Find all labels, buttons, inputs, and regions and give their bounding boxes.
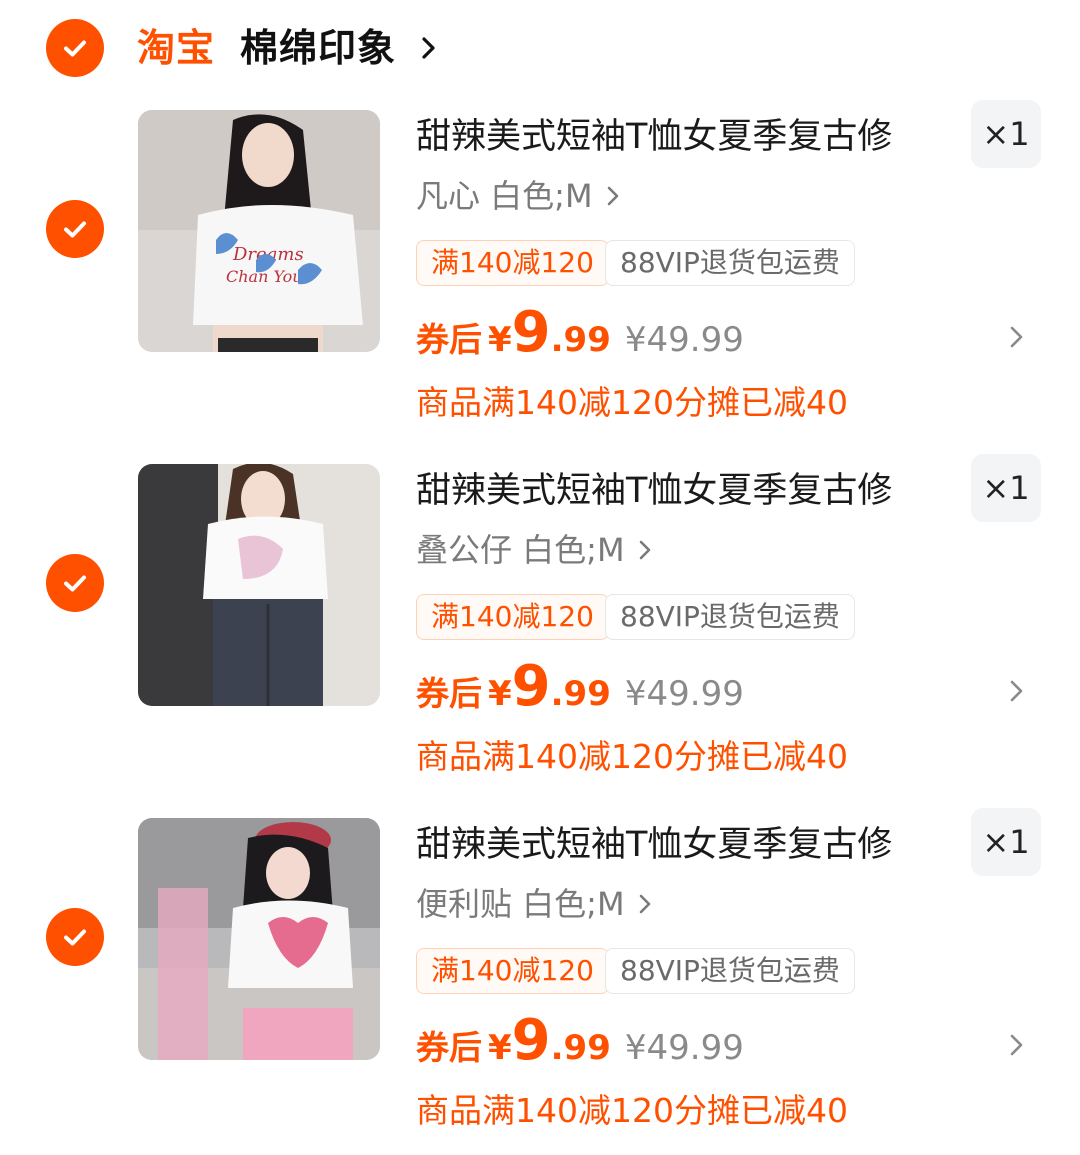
checkmark-icon: [64, 40, 86, 57]
vip-tag: 88VIP退货包运费: [605, 240, 855, 286]
chevron-right-icon[interactable]: [1008, 677, 1026, 705]
promo-note: 商品满140减120分摊已减40: [416, 737, 848, 776]
store-name-link[interactable]: 棉绵印象: [240, 20, 396, 76]
sku-text: 叠公仔 白色;M: [416, 531, 625, 569]
product-image[interactable]: [138, 818, 380, 1060]
vip-tag: 88VIP退货包运费: [605, 948, 855, 994]
sku-text: 凡心 白色;M: [416, 177, 593, 215]
quantity-button[interactable]: ×1: [971, 100, 1041, 168]
discount-tag: 满140减120: [416, 948, 609, 994]
sku-text: 便利贴 白色;M: [416, 885, 625, 923]
price-label: 券后: [416, 1028, 482, 1067]
chevron-right-icon: [607, 186, 618, 206]
chevron-right-icon[interactable]: [418, 33, 440, 63]
original-price: ¥49.99: [624, 320, 744, 360]
product-title[interactable]: 甜辣美式短袖T恤女夏季复古修: [416, 112, 946, 162]
item-select-checkbox[interactable]: [46, 554, 104, 612]
discount-tag: 满140减120: [416, 240, 609, 286]
checkmark-icon: [64, 575, 86, 592]
chevron-right-icon: [639, 894, 650, 914]
price-label: 券后: [416, 320, 482, 359]
checkmark-icon: [64, 221, 86, 238]
store-select-checkbox[interactable]: [46, 19, 104, 77]
chevron-right-icon[interactable]: [1008, 323, 1026, 351]
chevron-right-icon: [639, 540, 650, 560]
price-row: 券后 ¥ 9 .99 ¥49.99: [416, 654, 744, 724]
sku-selector[interactable]: 便利贴 白色;M: [416, 880, 653, 928]
price-integer: 9: [511, 300, 551, 365]
product-image[interactable]: Dreams Chan You: [138, 110, 380, 352]
cart-item: 甜辣美式短袖T恤女夏季复古修 ×1 便利贴 白色;M 满140减120 88VI…: [0, 808, 1080, 1155]
original-price: ¥49.99: [624, 674, 744, 714]
product-image[interactable]: [138, 464, 380, 706]
quantity-button[interactable]: ×1: [971, 808, 1041, 876]
vip-tag: 88VIP退货包运费: [605, 594, 855, 640]
price-integer: 9: [511, 1008, 551, 1073]
currency-symbol: ¥: [488, 320, 512, 360]
sku-selector[interactable]: 叠公仔 白色;M: [416, 526, 653, 574]
price-label: 券后: [416, 674, 482, 713]
checkmark-icon: [64, 929, 86, 946]
cart-item: 甜辣美式短袖T恤女夏季复古修 ×1 叠公仔 白色;M 满140减120 88VI…: [0, 454, 1080, 818]
price-decimal: .99: [550, 1028, 611, 1068]
original-price: ¥49.99: [624, 1028, 744, 1068]
item-select-checkbox[interactable]: [46, 908, 104, 966]
cart-store-section: 淘宝 棉绵印象 Dreams Chan You: [0, 0, 1080, 1155]
currency-symbol: ¥: [488, 674, 512, 714]
chevron-right-icon[interactable]: [1008, 1031, 1026, 1059]
product-title[interactable]: 甜辣美式短袖T恤女夏季复古修: [416, 820, 946, 870]
cart-item: Dreams Chan You 甜辣美式短袖T恤女夏季复古修 ×1 凡心 白色;…: [0, 100, 1080, 464]
sku-selector[interactable]: 凡心 白色;M: [416, 172, 621, 220]
platform-logo: 淘宝: [137, 26, 216, 70]
discount-tag: 满140减120: [416, 594, 609, 640]
item-select-checkbox[interactable]: [46, 200, 104, 258]
currency-symbol: ¥: [488, 1028, 512, 1068]
price-decimal: .99: [550, 674, 611, 714]
quantity-button[interactable]: ×1: [971, 454, 1041, 522]
price-decimal: .99: [550, 320, 611, 360]
price-row: 券后 ¥ 9 .99 ¥49.99: [416, 1008, 744, 1078]
promo-note: 商品满140减120分摊已减40: [416, 383, 848, 422]
product-title[interactable]: 甜辣美式短袖T恤女夏季复古修: [416, 466, 946, 516]
store-header: 淘宝 棉绵印象: [0, 0, 1080, 100]
promo-note: 商品满140减120分摊已减40: [416, 1091, 848, 1130]
price-row: 券后 ¥ 9 .99 ¥49.99: [416, 300, 744, 370]
price-integer: 9: [511, 654, 551, 719]
